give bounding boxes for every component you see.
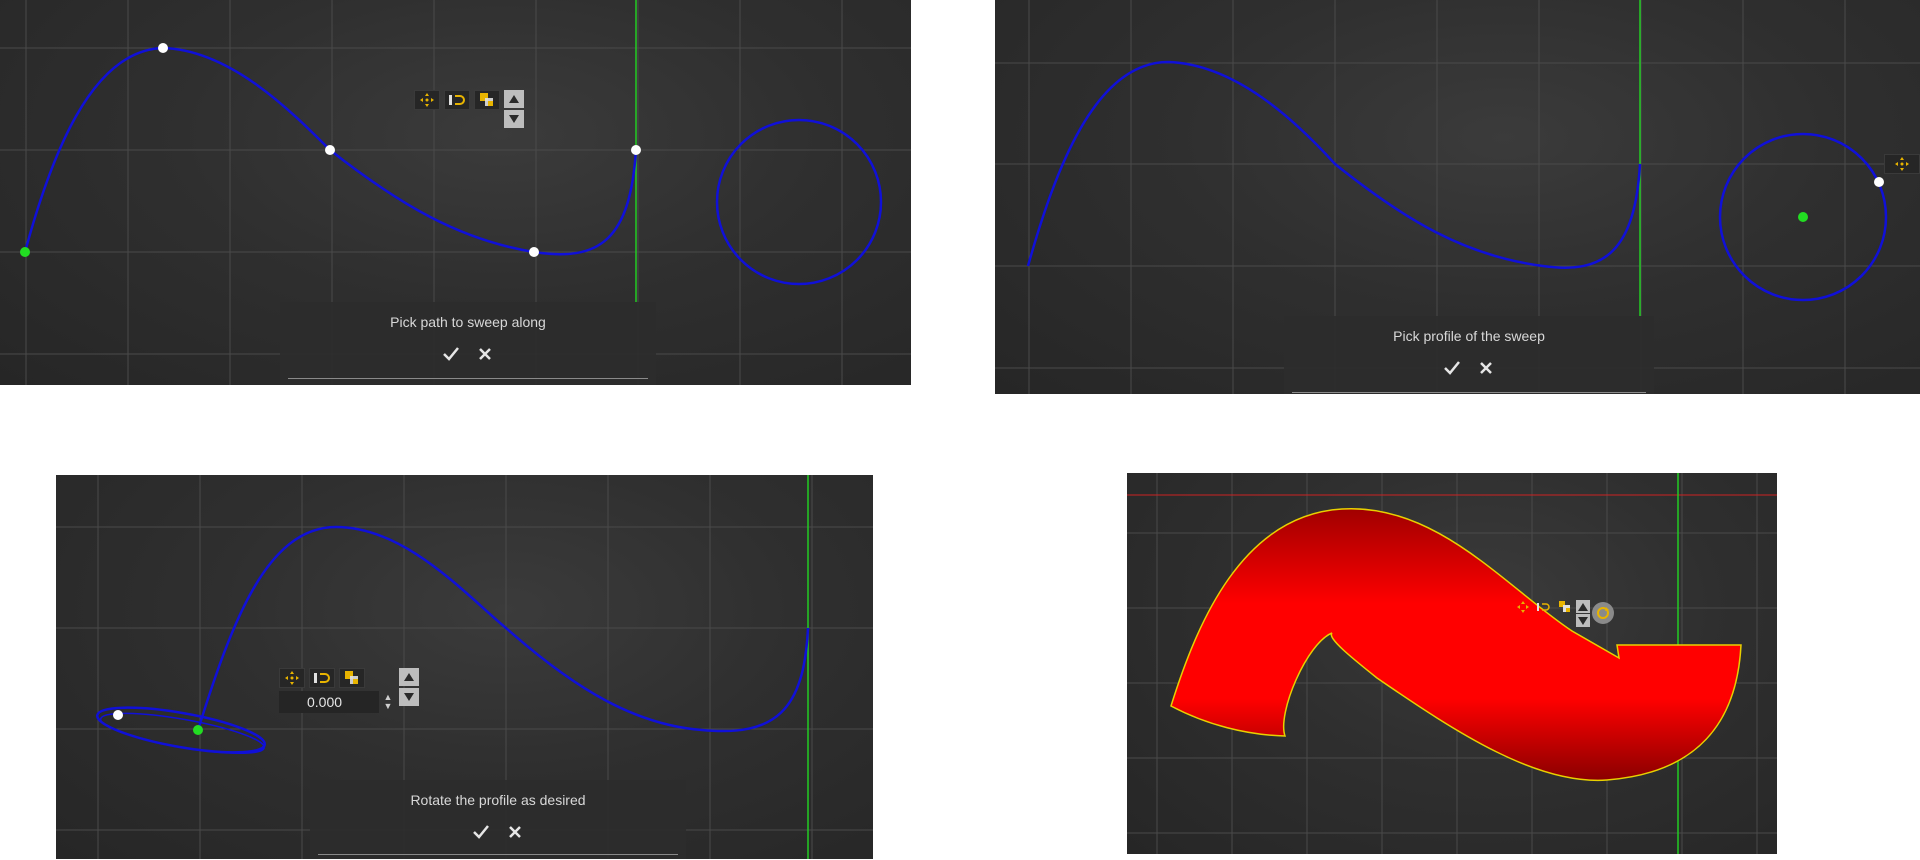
close-icon [509,826,521,838]
move-gizmo-icon [420,93,434,107]
viewport-scene [1127,473,1777,854]
viewport-rotate-step[interactable]: ▲ ▼ Rotate the profile as desired [56,475,873,859]
magnet-snap-icon [1537,603,1550,611]
arrow-down-icon [1578,616,1588,625]
prompt-panel: Pick profile of the sweep [1284,316,1654,394]
prompt-text: Pick profile of the sweep [1393,328,1545,344]
gizmo-toolbar [414,90,524,128]
rotate-gizmo-button[interactable] [1592,602,1614,624]
move-gizmo-button[interactable] [279,668,305,688]
control-point[interactable] [631,145,641,155]
path-start-point[interactable] [193,725,203,735]
move-down-button[interactable] [504,110,524,128]
prompt-text: Pick path to sweep along [390,314,546,330]
control-point[interactable] [158,43,168,53]
prompt-text: Rotate the profile as desired [410,792,586,808]
profile-ellipse[interactable] [94,698,267,761]
arrow-down-icon [509,115,519,123]
control-point[interactable] [529,247,539,257]
copy-layers-icon [345,671,358,684]
close-icon [479,348,491,360]
prompt-divider [288,378,648,379]
layers-button[interactable] [1556,600,1574,614]
profile-pick-point[interactable] [1874,177,1884,187]
confirm-button[interactable] [1442,358,1462,378]
arrow-down-icon [404,693,414,701]
gizmo-toolbar [1514,600,1614,627]
prompt-divider [318,854,678,855]
snap-button[interactable] [444,90,470,110]
sweep-solid-result[interactable] [1170,508,1742,782]
move-gizmo-icon [285,671,299,685]
check-icon [443,347,459,361]
check-icon [1444,361,1460,375]
rotation-spinner-up[interactable]: ▲ [383,693,393,702]
move-down-button[interactable] [399,688,419,706]
rotation-angle-input[interactable] [279,691,379,713]
prompt-panel: Rotate the profile as desired [310,780,686,859]
snap-button[interactable] [1534,600,1554,614]
snap-button[interactable] [309,668,335,688]
move-gizmo-icon [1895,157,1909,171]
arrow-up-icon [509,95,519,103]
cancel-button[interactable] [475,344,495,364]
copy-layers-icon [1559,601,1570,612]
move-up-button[interactable] [1576,600,1590,613]
magnet-snap-icon [449,95,465,105]
move-gizmo-button[interactable] [1514,600,1532,614]
layers-button[interactable] [474,90,500,110]
close-icon [1480,362,1492,374]
confirm-button[interactable] [441,344,461,364]
move-up-button[interactable] [504,90,524,108]
cancel-button[interactable] [1476,358,1496,378]
rotation-spinner-down[interactable]: ▼ [383,702,393,711]
move-gizmo-icon [1517,601,1529,613]
viewport-result-step[interactable] [1127,473,1777,854]
viewport-profile-step[interactable]: Pick profile of the sweep [995,0,1920,394]
profile-center-point[interactable] [1798,212,1808,222]
confirm-button[interactable] [471,822,491,842]
cancel-button[interactable] [505,822,525,842]
layers-button[interactable] [339,668,365,688]
magnet-snap-icon [314,673,330,683]
profile-pick-point[interactable] [113,710,123,720]
rotate-gizmo-icon [1597,607,1609,619]
move-down-button[interactable] [1576,614,1590,627]
move-up-button[interactable] [399,668,419,686]
viewport-path-step[interactable]: Pick path to sweep along [0,0,911,385]
copy-layers-icon [480,93,493,106]
path-start-point[interactable] [20,247,30,257]
check-icon [473,825,489,839]
move-gizmo-button[interactable] [1884,154,1920,174]
sweep-path-curve[interactable] [1026,60,1642,269]
prompt-divider [1292,392,1646,393]
profile-ellipse-group[interactable] [94,698,267,761]
control-point[interactable] [325,145,335,155]
arrow-up-icon [1578,602,1588,611]
profile-circle[interactable] [715,118,883,286]
arrow-up-icon [404,673,414,681]
gizmo-toolbar: ▲ ▼ [279,668,419,713]
prompt-panel: Pick path to sweep along [280,302,656,385]
move-gizmo-button[interactable] [414,90,440,110]
